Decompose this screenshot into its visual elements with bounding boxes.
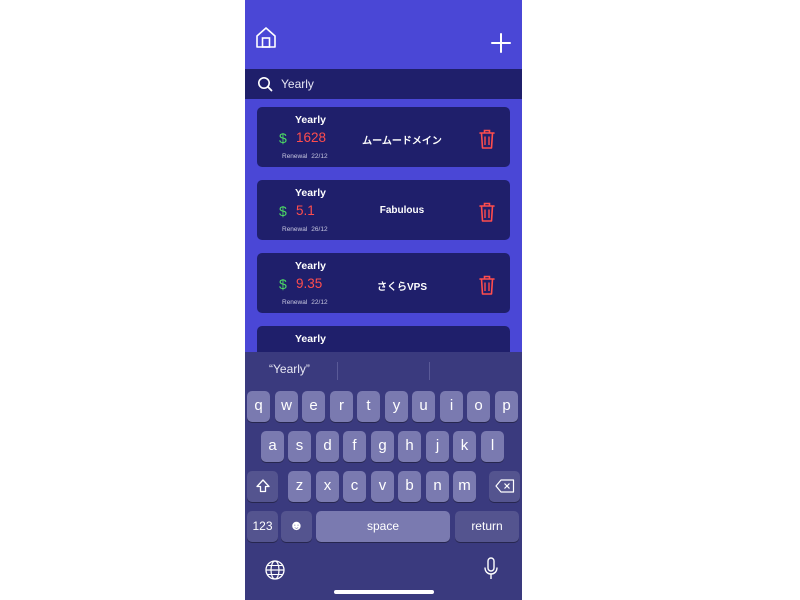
renewal-date: 26/12 (311, 226, 328, 233)
trash-icon (479, 129, 495, 149)
key-o[interactable]: o (467, 391, 490, 422)
key-n[interactable]: n (426, 471, 449, 502)
key-l[interactable]: l (481, 431, 504, 462)
home-button[interactable] (254, 25, 278, 49)
add-subscription-button[interactable] (490, 32, 512, 54)
subscription-name: Fabulous (379, 205, 425, 216)
key-j[interactable]: j (426, 431, 449, 462)
space-key[interactable]: space (316, 511, 450, 542)
renewal-info: Renewal 22/12 (282, 299, 332, 306)
billing-period: Yearly (295, 187, 326, 199)
dictation-button[interactable] (482, 557, 500, 581)
suggestion-divider (337, 362, 338, 380)
search-icon (258, 77, 273, 92)
subscription-card[interactable]: Yearly $ 1628 Renewal 22/12 ムームードメイン (257, 107, 510, 167)
currency-symbol: $ (279, 276, 287, 292)
search-bar (245, 69, 522, 99)
key-h[interactable]: h (398, 431, 421, 462)
key-b[interactable]: b (398, 471, 421, 502)
key-v[interactable]: v (371, 471, 394, 502)
key-p[interactable]: p (495, 391, 518, 422)
key-k[interactable]: k (453, 431, 476, 462)
key-s[interactable]: s (288, 431, 311, 462)
numbers-key[interactable]: 123 (247, 511, 278, 542)
delete-button[interactable] (478, 201, 496, 223)
predictive-text-bar: “Yearly” (245, 352, 522, 390)
search-input[interactable] (281, 77, 481, 91)
delete-button[interactable] (478, 274, 496, 296)
key-w[interactable]: w (275, 391, 298, 422)
renewal-date: 22/12 (311, 299, 328, 306)
key-f[interactable]: f (343, 431, 366, 462)
key-c[interactable]: c (343, 471, 366, 502)
home-indicator (334, 590, 434, 594)
emoji-icon: ☻ (289, 517, 304, 533)
key-g[interactable]: g (371, 431, 394, 462)
trash-icon (479, 202, 495, 222)
key-r[interactable]: r (330, 391, 353, 422)
key-a[interactable]: a (261, 431, 284, 462)
subscription-name: さくらVPS (376, 282, 427, 293)
app-screen: Yearly $ 1628 Renewal22/12 ムームードメイン Year… (245, 0, 522, 600)
currency-symbol: $ (279, 203, 287, 219)
backspace-key[interactable] (489, 471, 520, 502)
renewal-label: Renewal (282, 226, 308, 233)
billing-period: Yearly (295, 114, 326, 126)
suggestion-item[interactable]: “Yearly” (269, 362, 310, 376)
subscription-name: ムームードメイン (362, 136, 442, 147)
currency-symbol: $ (279, 130, 287, 146)
trash-icon (479, 275, 495, 295)
microphone-icon (484, 557, 498, 579)
globe-button[interactable] (264, 559, 286, 581)
billing-period: Yearly (295, 260, 326, 272)
key-q[interactable]: q (247, 391, 270, 422)
renewal-info: Renewal 26/12 (282, 226, 332, 233)
renewal-label: Renewal (282, 153, 308, 160)
renewal-info: Renewal 22/12 (282, 153, 332, 160)
key-z[interactable]: z (288, 471, 311, 502)
key-m[interactable]: m (453, 471, 476, 502)
subscription-amount: 9.35 (296, 276, 323, 291)
key-u[interactable]: u (412, 391, 435, 422)
subscription-amount: 1628 (296, 130, 327, 145)
delete-button[interactable] (478, 128, 496, 150)
renewal-date: 22/12 (311, 153, 328, 160)
key-i[interactable]: i (440, 391, 463, 422)
renewal-label: Renewal (282, 299, 308, 306)
subscription-card[interactable]: Yearly $ 5.1 Renewal 26/12 Fabulous (257, 180, 510, 240)
billing-period: Yearly (295, 333, 326, 345)
return-key[interactable]: return (455, 511, 519, 542)
key-d[interactable]: d (316, 431, 339, 462)
subscription-card[interactable]: Yearly $ 9.35 Renewal 22/12 さくらVPS (257, 253, 510, 313)
key-t[interactable]: t (357, 391, 380, 422)
onscreen-keyboard: “Yearly” q w e r t y u i o p a s d f g h… (245, 352, 522, 600)
shift-key[interactable] (247, 471, 278, 502)
key-x[interactable]: x (316, 471, 339, 502)
plus-icon (491, 33, 511, 53)
emoji-key[interactable]: ☻ (281, 511, 312, 542)
backspace-icon (494, 479, 514, 493)
subscription-amount: 5.1 (296, 203, 315, 218)
shift-icon (255, 479, 270, 493)
globe-icon (265, 560, 285, 580)
home-icon (256, 27, 276, 48)
key-y[interactable]: y (385, 391, 408, 422)
key-e[interactable]: e (302, 391, 325, 422)
suggestion-divider (429, 362, 430, 380)
